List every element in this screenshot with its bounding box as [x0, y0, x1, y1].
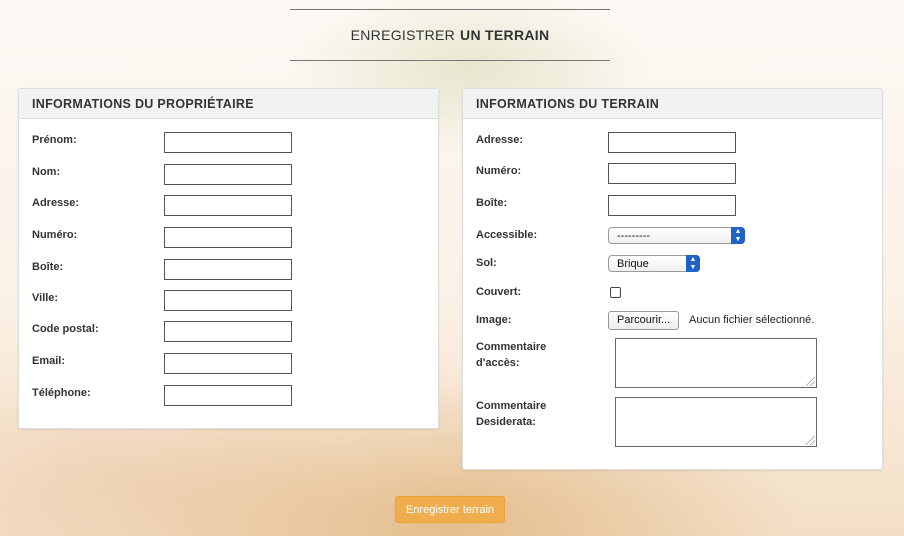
terrain-numero-label: Numéro:: [476, 165, 522, 177]
select-arrows-icon: ▲ ▼: [686, 255, 700, 272]
terrain-adresse-label: Adresse:: [476, 134, 524, 146]
prenom-input[interactable]: [164, 132, 292, 153]
commentaire-desiderata-textarea[interactable]: [615, 397, 817, 447]
accessible-selected-value: ---------: [617, 230, 650, 242]
page-title-bold: UN TERRAIN: [460, 27, 550, 43]
code-postal-input[interactable]: [164, 321, 292, 342]
accessible-select[interactable]: --------- ▲ ▼: [608, 227, 745, 244]
owner-boite-label: Boîte:: [32, 261, 64, 273]
image-label: Image:: [476, 314, 512, 326]
terrain-boite-input[interactable]: [608, 195, 736, 216]
commentaire-desiderata-label-line2: Desiderata:: [476, 416, 536, 428]
telephone-label: Téléphone:: [32, 387, 91, 399]
resize-grip-icon[interactable]: [806, 377, 815, 386]
file-status-text: Aucun fichier sélectionné.: [689, 314, 815, 326]
couvert-checkbox[interactable]: [610, 287, 621, 298]
owner-panel: INFORMATIONS DU PROPRIÉTAIRE Prénom: Nom…: [18, 88, 439, 429]
ville-label: Ville:: [32, 292, 59, 304]
commentaire-desiderata-label-line1: Commentaire: [476, 400, 547, 412]
select-arrows-icon: ▲ ▼: [731, 227, 745, 244]
page-title-normal: ENREGISTRER: [350, 27, 456, 43]
telephone-input[interactable]: [164, 385, 292, 406]
terrain-panel-heading: INFORMATIONS DU TERRAIN: [463, 89, 882, 119]
browse-file-button[interactable]: Parcourir...: [608, 311, 680, 330]
commentaire-acces-label-line2: d'accès:: [476, 357, 520, 369]
sol-select[interactable]: Brique ▲ ▼: [608, 255, 700, 272]
commentaire-acces-label-line1: Commentaire: [476, 341, 547, 353]
terrain-adresse-input[interactable]: [608, 132, 736, 153]
sol-selected-value: Brique: [617, 258, 649, 270]
nom-label: Nom:: [32, 166, 61, 178]
owner-boite-input[interactable]: [164, 259, 292, 280]
nom-input[interactable]: [164, 164, 292, 185]
commentaire-acces-textarea[interactable]: [615, 338, 817, 388]
owner-adresse-input[interactable]: [164, 195, 292, 216]
accessible-label: Accessible:: [476, 229, 538, 241]
prenom-label: Prénom:: [32, 134, 77, 146]
terrain-boite-label: Boîte:: [476, 197, 508, 209]
sol-label: Sol:: [476, 257, 497, 269]
owner-adresse-label: Adresse:: [32, 197, 80, 209]
page-title: ENREGISTRER UN TERRAIN: [290, 9, 610, 61]
email-label: Email:: [32, 355, 66, 367]
couvert-label: Couvert:: [476, 286, 522, 298]
ville-input[interactable]: [164, 290, 292, 311]
code-postal-label: Code postal:: [32, 323, 99, 335]
terrain-numero-input[interactable]: [608, 163, 736, 184]
save-terrain-button[interactable]: Enregistrer terrain: [395, 496, 505, 523]
email-field[interactable]: [164, 353, 292, 374]
terrain-panel: INFORMATIONS DU TERRAIN Adresse: Numéro:…: [462, 88, 883, 470]
resize-grip-icon[interactable]: [806, 436, 815, 445]
owner-panel-heading: INFORMATIONS DU PROPRIÉTAIRE: [19, 89, 438, 119]
owner-numero-label: Numéro:: [32, 229, 78, 241]
owner-numero-input[interactable]: [164, 227, 292, 248]
